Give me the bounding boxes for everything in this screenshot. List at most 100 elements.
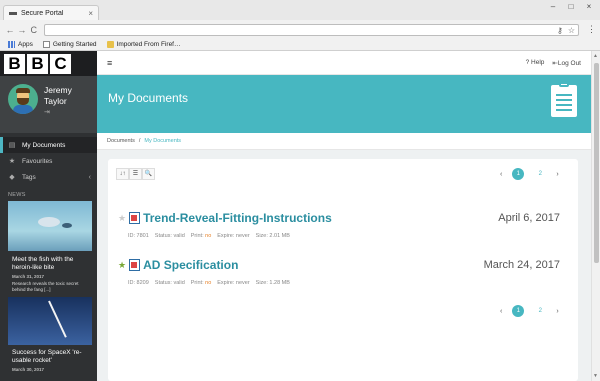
next-page-button[interactable]: › [556, 308, 558, 315]
logo-letter: B [4, 53, 25, 74]
browser-tab[interactable]: Secure Portal × [3, 5, 99, 20]
document-status: Status: valid [154, 280, 185, 286]
document-date: March 24, 2017 [483, 259, 560, 271]
logo-letter: C [50, 53, 71, 74]
pagination-bottom: ‹ 1 2 › [500, 305, 559, 317]
document-item: ★ Trend-Reveal-Fitting-Instructions Apri… [118, 211, 570, 239]
document-print: Print: no [190, 233, 212, 239]
document-title[interactable]: AD Specification [143, 258, 238, 272]
sidebar-menu: ▤ My Documents ★ Favourites ◆ Tags ‹ [0, 133, 97, 185]
forward-button[interactable]: → [16, 25, 28, 35]
news-snippet: Research reveals the toxic secret behind… [12, 281, 79, 292]
breadcrumb-separator: / [138, 138, 141, 144]
clipboard-icon [551, 82, 577, 117]
browser-chrome: Secure Portal × – □ × ← → C ⚷ ☆ ⋮ Apps G… [0, 0, 600, 51]
help-icon: ? [525, 58, 530, 66]
avatar[interactable] [8, 84, 38, 114]
reload-button[interactable]: C [28, 25, 40, 35]
help-link[interactable]: ? Help [526, 59, 545, 67]
favourite-star-icon[interactable]: ★ [118, 213, 126, 224]
document-size: Size: 1.28 MB [255, 280, 290, 286]
sidebar-item-tags[interactable]: ◆ Tags ‹ [0, 169, 97, 185]
star-icon[interactable]: ☆ [568, 25, 575, 36]
browser-menu-button[interactable]: ⋮ [587, 24, 596, 35]
page-button[interactable]: 2 [534, 305, 546, 317]
news-date: March 30, 2017 [12, 367, 45, 372]
hamburger-menu-icon[interactable]: ≡ [107, 58, 112, 68]
pagination-top: ‹ 1 2 › [500, 168, 559, 180]
star-icon: ★ [8, 158, 16, 165]
key-icon[interactable]: ⚷ [557, 25, 563, 36]
logout-link[interactable]: ⇤Log Out [552, 59, 581, 67]
document-id: ID: 8209 [128, 280, 149, 286]
window-controls: – □ × [546, 2, 596, 12]
sidebar-item-my-documents[interactable]: ▤ My Documents [0, 137, 97, 153]
document-meta: ID: 7801 Status: valid Print: no Expire:… [128, 233, 570, 239]
scroll-thumb[interactable] [594, 63, 599, 263]
document-meta: ID: 8209 Status: valid Print: no Expire:… [128, 280, 570, 286]
tab-title: Secure Portal [21, 9, 64, 17]
bbc-logo[interactable]: B B C [0, 51, 97, 76]
minimize-button[interactable]: – [546, 2, 560, 12]
documents-card: ↓↑ ☰ 🔍 ‹ 1 2 › ★ Trend-Reveal-Fitting-In… [108, 159, 578, 381]
bookmark-imported[interactable]: Imported From Firef… [106, 40, 181, 48]
bookmark-getting-started[interactable]: Getting Started [42, 40, 97, 48]
breadcrumb-root[interactable]: Documents [107, 138, 135, 144]
scroll-down-icon[interactable]: ▼ [593, 373, 598, 379]
document-status: Status: valid [154, 233, 185, 239]
news-title[interactable]: Success for SpaceX 're-usable rocket' [12, 349, 92, 365]
sidebar-item-favourites[interactable]: ★ Favourites [0, 153, 97, 169]
bookmark-label: Imported From Firef… [116, 40, 181, 48]
next-page-button[interactable]: › [556, 171, 558, 178]
list-view-button[interactable]: ☰ [129, 168, 142, 180]
document-expire: Expire: never [217, 280, 250, 286]
page-button[interactable]: 2 [534, 168, 546, 180]
prev-page-button[interactable]: ‹ [500, 308, 502, 315]
document-file-icon [129, 259, 141, 271]
news-date: March 31, 2017 [12, 274, 45, 279]
profile-last-name: Taylor [44, 96, 67, 106]
apps-icon [8, 40, 15, 48]
news-image-rocket[interactable] [8, 297, 92, 345]
close-window-button[interactable]: × [582, 2, 596, 12]
document-id: ID: 7801 [128, 233, 149, 239]
breadcrumb: Documents / My Documents [97, 133, 591, 150]
tags-icon: ◆ [9, 174, 15, 181]
favourite-star-icon[interactable]: ★ [118, 260, 126, 271]
app: B B C Jeremy Taylor ⇥ ▤ My Documents ★ F… [0, 51, 600, 381]
bookmarks-bar: Apps Getting Started Imported From Firef… [0, 38, 600, 50]
main-content: ≡ ? Help ⇤Log Out My Documents Documents… [97, 51, 591, 381]
address-bar[interactable]: ⚷ ☆ [43, 23, 579, 36]
news-image-fish[interactable] [8, 201, 92, 251]
topbar-actions: ? Help ⇤Log Out [526, 59, 581, 67]
tab-close-icon[interactable]: × [88, 9, 93, 18]
sidebar-item-label: Tags [22, 173, 36, 181]
document-file-icon [129, 212, 141, 224]
sign-out-icon[interactable]: ⇥ [44, 108, 72, 116]
sort-button[interactable]: ↓↑ [116, 168, 129, 180]
document-icon: ▤ [8, 142, 16, 149]
bookmark-apps[interactable]: Apps [8, 40, 33, 48]
breadcrumb-current: My Documents [144, 138, 182, 144]
profile-first-name: Jeremy [44, 85, 72, 95]
news-title[interactable]: Meet the fish with the heroin-like bite [12, 256, 92, 272]
bookmark-label: Getting Started [52, 40, 97, 48]
page-scrollbar[interactable]: ▲ ▼ [591, 51, 600, 381]
document-expire: Expire: never [217, 233, 250, 239]
document-size: Size: 2.01 MB [255, 233, 290, 239]
document-item: ★ AD Specification March 24, 2017 ID: 82… [118, 258, 570, 286]
page-button[interactable]: 1 [512, 168, 525, 180]
bookmark-label: Apps [18, 40, 33, 48]
sidebar-item-label: Favourites [22, 157, 53, 165]
sidebar-item-label: My Documents [22, 141, 66, 149]
folder-icon [106, 40, 114, 48]
document-print: Print: no [190, 280, 212, 286]
page-button[interactable]: 1 [512, 305, 525, 317]
maximize-button[interactable]: □ [564, 2, 578, 12]
search-button[interactable]: 🔍 [142, 168, 155, 180]
scroll-up-icon[interactable]: ▲ [593, 53, 598, 59]
omnibox-icons: ⚷ ☆ [557, 25, 575, 36]
back-button[interactable]: ← [4, 25, 16, 35]
document-title[interactable]: Trend-Reveal-Fitting-Instructions [143, 211, 332, 225]
prev-page-button[interactable]: ‹ [500, 171, 502, 178]
